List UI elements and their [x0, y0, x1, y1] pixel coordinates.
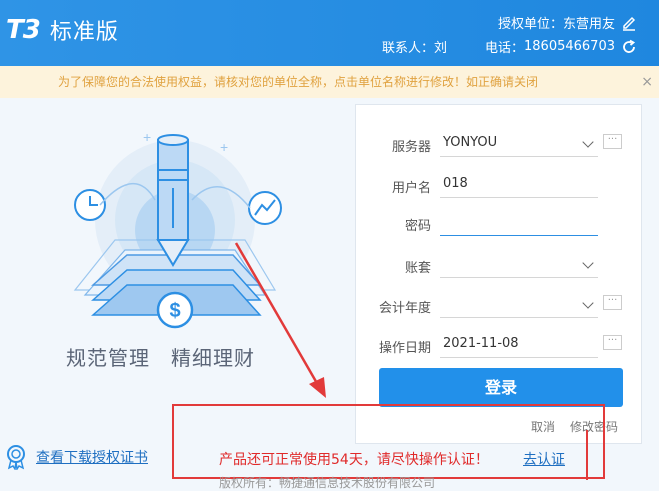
certify-link[interactable]: 去认证 [523, 449, 565, 469]
annotation-arrow [234, 242, 326, 398]
trial-warning: 产品还可正常使用54天，请尽快操作认证！ [219, 452, 489, 468]
